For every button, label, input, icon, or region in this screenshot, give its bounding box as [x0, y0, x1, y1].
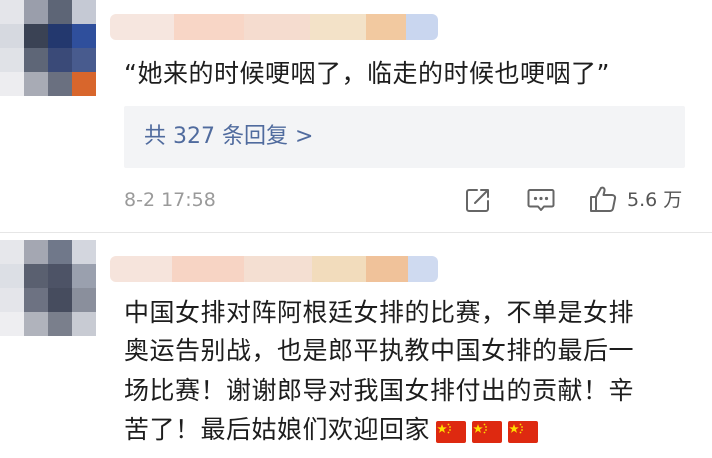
comment-text-line: 场比赛！谢谢郎导对我国女排付出的贡献！辛: [124, 376, 635, 405]
username-redacted[interactable]: [110, 14, 438, 40]
china-flag-icon: [472, 421, 503, 443]
comment-divider: [0, 232, 712, 233]
comment-text-line-last: 苦了！最后姑娘们欢迎回家: [124, 412, 539, 447]
share-icon[interactable]: [464, 186, 492, 214]
comment-text-fragment: 苦了！最后姑娘们欢迎回家: [124, 415, 431, 444]
comment-icon[interactable]: [526, 186, 556, 214]
comment-text-line: “她来的时候哽咽了，临走的时候也哽咽了”: [124, 59, 610, 88]
china-flag-icon: [436, 421, 467, 443]
comment-text-line: 中国女排对阵阿根廷女排的比赛，不单是女排: [124, 298, 635, 327]
like-icon[interactable]: [588, 184, 618, 214]
avatar-pixelated[interactable]: [0, 0, 96, 96]
replies-box[interactable]: 共 327 条回复 >: [124, 106, 685, 168]
like-count: 5.6 万: [627, 189, 683, 211]
view-replies-link[interactable]: 共 327 条回复 >: [144, 121, 313, 153]
avatar-pixelated[interactable]: [0, 240, 96, 336]
username-redacted[interactable]: [110, 256, 438, 282]
china-flag-icon: [508, 421, 539, 443]
comment-timestamp: 8-2 17:58: [124, 189, 216, 211]
comment-text-line: 奥运告别战，也是郎平执教中国女排的最后一: [124, 336, 635, 365]
